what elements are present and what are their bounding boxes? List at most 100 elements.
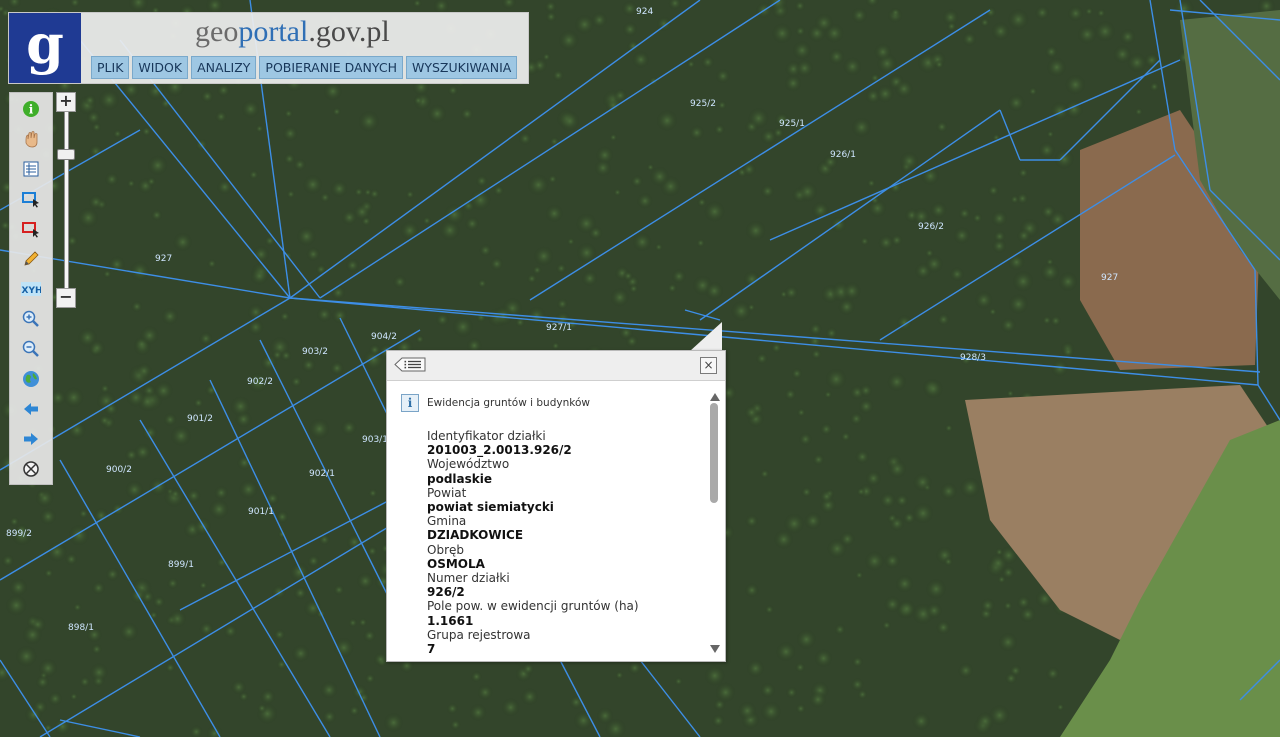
tree-crown — [747, 107, 770, 130]
tree-crown — [105, 567, 120, 582]
tree-crown — [944, 423, 954, 433]
tree-crown — [477, 684, 494, 701]
parcel-label: 925/1 — [779, 119, 805, 129]
tree-crown — [322, 709, 337, 725]
menu-plik[interactable]: PLIK — [91, 56, 130, 79]
tree-crown — [289, 562, 310, 583]
tree-crown — [1046, 130, 1055, 139]
tree-crown — [744, 404, 760, 421]
geoportal-logo[interactable]: g — [9, 13, 81, 83]
main-menu: PLIK WIDOK ANALIZY POBIERANIE DANYCH WYS… — [91, 56, 518, 79]
menu-wyszukiwania[interactable]: WYSZUKIWANIA — [405, 56, 518, 79]
tree-crown — [286, 189, 296, 199]
select-blue-icon[interactable] — [21, 189, 41, 209]
tree-crown — [1034, 5, 1050, 21]
tree-crown — [255, 124, 264, 133]
tree-crown — [889, 515, 905, 532]
popup-close-button[interactable]: × — [700, 357, 717, 374]
tree-crown — [851, 117, 872, 138]
zoom-in-icon[interactable] — [21, 309, 41, 329]
tree-crown — [422, 216, 432, 226]
tree-crown — [518, 131, 532, 146]
tree-crown — [649, 166, 670, 187]
tree-crown — [214, 110, 228, 123]
tree-crown — [102, 269, 112, 279]
tree-crown — [216, 83, 231, 98]
zoom-slider: + − — [55, 92, 77, 312]
forward-arrow-icon[interactable] — [21, 429, 41, 449]
hand-pan-icon[interactable] — [21, 129, 41, 149]
tree-crown — [547, 174, 558, 184]
attr-label: Pole pow. w ewidencji gruntów (ha) — [427, 599, 639, 614]
tree-crown — [949, 266, 965, 282]
tree-crown — [937, 312, 951, 327]
legend-table-icon[interactable] — [21, 159, 41, 179]
tree-crown — [273, 628, 286, 641]
zoom-plus-button[interactable]: + — [56, 92, 76, 112]
tree-crown — [1008, 293, 1029, 315]
tree-crown — [792, 40, 812, 61]
parcel-label: 927 — [155, 254, 172, 264]
zoom-out-icon[interactable] — [21, 339, 41, 359]
clear-circle-icon[interactable] — [21, 459, 41, 479]
tree-crown — [834, 623, 846, 636]
tree-crown — [975, 711, 995, 731]
select-red-icon[interactable] — [21, 219, 41, 239]
tree-crown — [205, 383, 218, 397]
tree-crown — [146, 176, 157, 187]
tree-crown — [1119, 28, 1137, 45]
zoom-track[interactable] — [64, 112, 69, 290]
tree-crown — [527, 173, 550, 196]
tree-crown — [764, 604, 775, 615]
tree-crown — [701, 55, 715, 69]
tree-crown — [399, 220, 420, 241]
tree-crown — [129, 260, 151, 282]
tree-crown — [825, 368, 848, 391]
tree-crown — [1058, 271, 1079, 292]
tree-crown — [745, 220, 767, 242]
tree-crown — [858, 398, 875, 415]
scroll-up-arrow[interactable] — [710, 393, 720, 401]
popup-header: × — [387, 351, 725, 381]
menu-pobieranie-danych[interactable]: POBIERANIE DANYCH — [259, 56, 403, 79]
globe-icon[interactable] — [21, 369, 41, 389]
scroll-down-arrow[interactable] — [710, 645, 720, 653]
tree-crown — [332, 107, 342, 117]
tree-crown — [363, 629, 377, 643]
info-icon[interactable]: i — [21, 99, 41, 119]
tree-crown — [318, 533, 331, 546]
zoom-minus-button[interactable]: − — [56, 288, 76, 308]
pencil-icon[interactable] — [21, 249, 41, 269]
tree-crown — [63, 386, 85, 409]
popup-scrollbar[interactable] — [707, 391, 721, 659]
tree-crown — [717, 100, 727, 110]
tree-crown — [730, 300, 752, 322]
xyh-icon[interactable]: XYH — [21, 279, 41, 299]
tree-crown — [795, 703, 807, 714]
tree-crown — [808, 322, 823, 336]
tree-crown — [636, 192, 654, 210]
tree-crown — [878, 234, 895, 251]
tree-crown — [784, 74, 803, 93]
tree-crown — [622, 270, 634, 282]
tree-crown — [520, 687, 539, 706]
tree-crown — [449, 719, 462, 731]
parcel-label: 899/1 — [168, 560, 194, 570]
scroll-thumb[interactable] — [710, 403, 718, 503]
zoom-handle[interactable] — [57, 149, 75, 160]
popup-list-back-button[interactable] — [394, 357, 426, 372]
menu-widok[interactable]: WIDOK — [132, 56, 189, 79]
tree-crown — [170, 489, 181, 499]
tree-crown — [573, 710, 594, 731]
tree-crown — [271, 584, 287, 600]
tree-crown — [283, 152, 296, 165]
tree-crown — [610, 287, 630, 308]
tree-crown — [241, 99, 261, 119]
tree-crown — [348, 705, 360, 717]
menu-analizy[interactable]: ANALIZY — [191, 56, 257, 79]
tree-crown — [166, 577, 179, 590]
tree-crown — [887, 372, 907, 392]
tree-crown — [1149, 81, 1160, 92]
back-arrow-icon[interactable] — [21, 399, 41, 419]
tree-crown — [800, 486, 813, 498]
